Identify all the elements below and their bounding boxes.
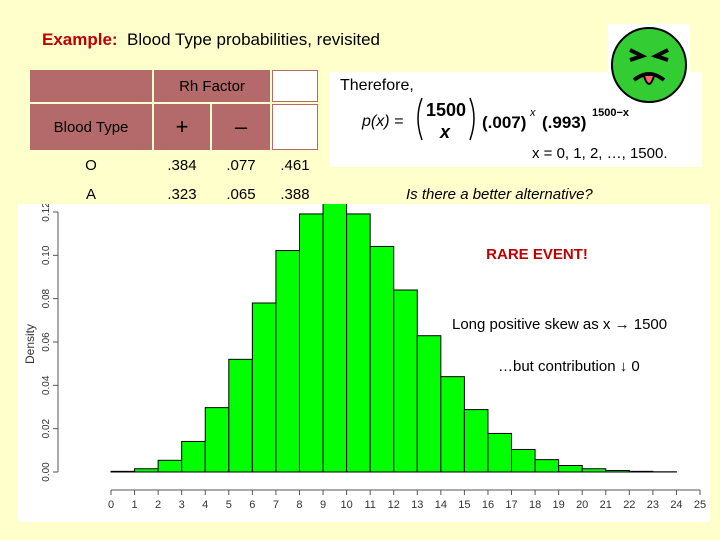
histogram-bar bbox=[605, 469, 630, 473]
row-o-total: .461 bbox=[280, 156, 310, 174]
row-a-pos: .323 bbox=[167, 185, 197, 203]
contribution-annotation: …but contribution ↓ 0 bbox=[498, 358, 640, 375]
x-tick-label: 9 bbox=[320, 499, 326, 511]
y-tick-label: 0.02 bbox=[41, 418, 52, 438]
x-tick-label: 17 bbox=[505, 499, 517, 511]
row-a-total: .388 bbox=[280, 185, 310, 203]
blood-type-header: Blood Type bbox=[30, 104, 152, 150]
rh-positive-header: + bbox=[154, 104, 210, 150]
histogram-bar bbox=[251, 302, 277, 473]
histogram-bar bbox=[416, 335, 442, 473]
slide-title: Example: Blood Type probabilities, revis… bbox=[42, 30, 380, 50]
row-o-type: O bbox=[85, 156, 97, 174]
histogram-bar bbox=[228, 358, 253, 473]
histogram-bar bbox=[369, 245, 395, 473]
x-tick-label: 13 bbox=[411, 499, 423, 511]
x-tick-label: 3 bbox=[179, 499, 185, 511]
y-tick-label: 0.06 bbox=[41, 332, 52, 352]
rh-negative-header: – bbox=[212, 104, 270, 150]
right-paren bbox=[469, 97, 475, 141]
row-o-neg: .077 bbox=[226, 156, 256, 174]
x-tick-label: 23 bbox=[647, 499, 659, 511]
y-tick-label: 0.04 bbox=[41, 375, 52, 395]
q-exponent: 1500−x bbox=[592, 107, 630, 119]
x-tick-label: 0 bbox=[108, 499, 114, 511]
table-blank bbox=[272, 104, 318, 150]
x-tick-label: 18 bbox=[529, 499, 541, 511]
histogram-bar bbox=[440, 376, 465, 473]
table-blank-header bbox=[272, 70, 318, 102]
x-tick-label: 19 bbox=[553, 499, 565, 511]
title-prefix: Example: bbox=[42, 30, 118, 49]
x-axis: 0 1 2 3 4 5 6 7 8 9 10 11 12 13 14 15 16 17 18 19 20 21 22 23 24… bbox=[108, 489, 706, 511]
histogram-bar bbox=[628, 470, 654, 473]
x-range: x = 0, 1, 2, …, 1500. bbox=[532, 145, 668, 162]
x-tick-label: 1 bbox=[131, 499, 137, 511]
title-text: Blood Type probabilities, revisited bbox=[127, 30, 380, 49]
histogram-bar bbox=[204, 407, 230, 473]
x-tick-label: 25 bbox=[694, 499, 706, 511]
binom-k: x bbox=[439, 122, 451, 142]
y-tick-label: 0.10 bbox=[41, 245, 52, 265]
therefore-label: Therefore, bbox=[340, 77, 414, 94]
left-paren bbox=[417, 97, 423, 141]
x-tick-label: 22 bbox=[623, 499, 635, 511]
y-axis-label: Density bbox=[23, 324, 37, 364]
skew-annotation: Long positive skew as x → 1500 bbox=[452, 316, 668, 333]
rh-factor-header: Rh Factor bbox=[154, 70, 270, 102]
y-tick-label: 0.08 bbox=[41, 288, 52, 308]
x-tick-label: 20 bbox=[576, 499, 588, 511]
pmf-label: p(x) = bbox=[362, 113, 404, 130]
x-tick-label: 16 bbox=[482, 499, 494, 511]
row-o-pos: .384 bbox=[167, 156, 197, 174]
rare-event-label: RARE EVENT! bbox=[466, 240, 608, 268]
p-exponent: x bbox=[529, 107, 536, 119]
y-tick-label: 0.00 bbox=[41, 462, 52, 482]
x-tick-label: 15 bbox=[458, 499, 470, 511]
x-tick-label: 14 bbox=[435, 499, 447, 511]
p-term: (.007) bbox=[482, 113, 526, 132]
binom-n: 1500 bbox=[426, 100, 466, 120]
histogram-bar bbox=[463, 409, 489, 473]
row-a-neg: .065 bbox=[226, 185, 256, 203]
x-tick-label: 7 bbox=[273, 499, 279, 511]
sick-face-svg bbox=[611, 27, 687, 103]
histogram-bar bbox=[110, 470, 136, 473]
x-tick-label: 11 bbox=[364, 499, 375, 511]
x-tick-label: 12 bbox=[388, 499, 400, 511]
histogram-bar bbox=[157, 459, 183, 473]
x-tick-label: 24 bbox=[670, 499, 682, 511]
face-circle bbox=[611, 27, 687, 103]
row-a-type: A bbox=[85, 185, 96, 203]
histogram-bar bbox=[558, 465, 583, 473]
histogram-bar bbox=[275, 250, 300, 473]
histogram-bar bbox=[298, 213, 324, 473]
histogram-bar bbox=[511, 448, 536, 473]
table-corner bbox=[30, 70, 152, 102]
sick-face-icon bbox=[608, 24, 690, 106]
x-tick-label: 6 bbox=[249, 499, 255, 511]
histogram-bar bbox=[346, 213, 371, 473]
x-tick-label: 10 bbox=[340, 499, 352, 511]
histogram-bar bbox=[393, 289, 418, 473]
x-tick-label: 2 bbox=[155, 499, 161, 511]
histogram-bar bbox=[181, 440, 206, 473]
x-tick-label: 8 bbox=[296, 499, 302, 511]
x-tick-label: 5 bbox=[226, 499, 232, 511]
y-axis: 0.00 0.02 0.04 0.06 0.08 0.10 0.12 bbox=[41, 202, 59, 482]
q-term: (.993) bbox=[542, 113, 586, 132]
x-tick-label: 4 bbox=[202, 499, 208, 511]
histogram-bar bbox=[487, 432, 513, 473]
histogram-bar bbox=[134, 468, 159, 473]
histogram-bar bbox=[581, 468, 607, 473]
histogram-bar bbox=[322, 200, 348, 473]
histogram-bar bbox=[534, 459, 560, 473]
x-tick-label: 21 bbox=[600, 499, 612, 511]
alternative-question: Is there a better alternative? bbox=[406, 186, 593, 203]
y-tick-label: 0.12 bbox=[41, 204, 52, 222]
